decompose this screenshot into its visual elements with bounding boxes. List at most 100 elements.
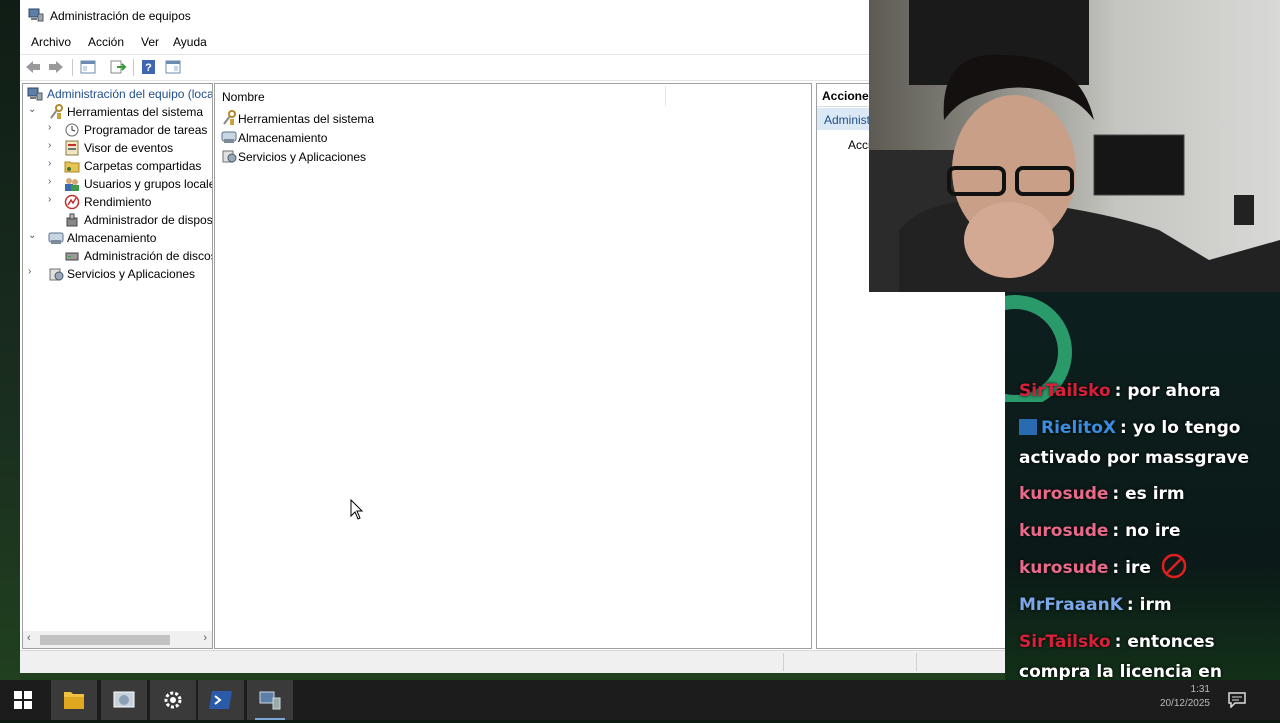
tools-icon — [223, 110, 236, 125]
menu-bar: Archivo Acción Ver Ayuda — [20, 31, 1005, 53]
chat-message: kurosude: no ire — [1019, 516, 1274, 546]
chat-message: kurosude: ire — [1019, 553, 1274, 583]
tree-item-label: Rendimiento — [84, 195, 152, 209]
window-title: Administración de equipos — [50, 9, 191, 23]
tree-item-visor-eventos[interactable]: › Visor de eventos — [48, 139, 212, 157]
tree-item-label: Visor de eventos — [84, 141, 174, 155]
menu-accion[interactable]: Acción — [88, 35, 124, 49]
list-item-label: Herramientas del sistema — [238, 112, 375, 126]
results-pane: Nombre Herramientas del sistema Almacena… — [214, 83, 812, 649]
gear-icon — [164, 691, 182, 709]
tree-item-label: Almacenamiento — [67, 231, 157, 245]
computer-management-icon — [27, 87, 43, 101]
clock-date: 20/12/2025 — [1159, 698, 1210, 709]
chevron-right-icon[interactable]: › — [48, 194, 60, 205]
forward-arrow-icon[interactable] — [47, 59, 65, 75]
taskbar-clock[interactable]: 1:31 20/12/2025 — [1150, 684, 1210, 709]
tree-item-label: Usuarios y grupos locales — [84, 177, 213, 191]
chat-message: SirTailsko: entonces compra la licencia … — [1019, 627, 1274, 680]
toolbar-separator — [72, 59, 73, 76]
powershell-icon — [209, 691, 232, 709]
start-button[interactable] — [0, 680, 46, 720]
storage-icon — [221, 131, 237, 143]
tree-horizontal-scrollbar[interactable]: ‹ › — [23, 631, 212, 648]
app-window-icon — [113, 691, 135, 708]
tree-item-carpetas[interactable]: › Carpetas compartidas — [48, 157, 212, 175]
clock-icon — [65, 123, 79, 137]
scrollbar-thumb[interactable] — [40, 635, 170, 645]
menu-archivo[interactable]: Archivo — [31, 35, 71, 49]
chat-username[interactable]: kurosude — [1019, 484, 1108, 504]
list-item-label: Servicios y Aplicaciones — [238, 150, 367, 164]
shared-folder-icon — [64, 161, 80, 173]
toolbar-separator — [133, 59, 134, 76]
tree-item-administracion-discos[interactable]: Administración de discos — [48, 247, 212, 265]
column-divider[interactable] — [665, 86, 666, 106]
show-action-pane-icon[interactable] — [164, 59, 182, 75]
tools-icon — [50, 104, 63, 119]
status-bar — [20, 650, 1005, 673]
chevron-down-icon[interactable]: ⌄ — [28, 104, 40, 115]
show-hide-tree-icon[interactable] — [79, 59, 97, 75]
stream-chat-overlay: SirTailsko: por ahora RielitoX: yo lo te… — [1005, 292, 1280, 680]
tree-item-herramientas[interactable]: ⌄ Herramientas del sistema — [28, 103, 212, 121]
chat-username[interactable]: MrFraaanK — [1019, 595, 1123, 615]
chevron-down-icon[interactable]: ⌄ — [28, 230, 40, 241]
services-icon — [222, 150, 237, 163]
taskbar — [0, 680, 1280, 720]
chevron-right-icon[interactable]: › — [48, 176, 60, 187]
tree-item-usuarios[interactable]: › Usuarios y grupos locales — [48, 175, 213, 193]
taskbar-settings[interactable] — [150, 680, 196, 720]
chat-username[interactable]: RielitoX — [1041, 418, 1116, 438]
disk-icon — [65, 252, 79, 261]
title-bar[interactable]: Administración de equipos — [20, 0, 1005, 31]
chevron-right-icon[interactable]: › — [48, 122, 60, 133]
chevron-right-icon[interactable]: › — [28, 266, 40, 277]
chat-text: : es irm — [1112, 484, 1185, 504]
list-item-label: Almacenamiento — [238, 131, 328, 145]
chat-username[interactable]: SirTailsko — [1019, 381, 1111, 401]
tree-item-servicios[interactable]: › Servicios y Aplicaciones — [28, 265, 212, 283]
back-arrow-icon[interactable] — [24, 59, 42, 75]
moderator-badge-icon — [1019, 419, 1037, 435]
mouse-cursor-icon — [350, 499, 364, 520]
chevron-right-icon[interactable]: › — [48, 140, 60, 151]
computer-management-icon — [259, 691, 281, 710]
scroll-left-icon[interactable]: ‹ — [27, 632, 31, 644]
taskbar-file-explorer[interactable] — [51, 680, 97, 720]
clock-time: 1:31 — [1190, 684, 1210, 695]
chat-username[interactable]: kurosude — [1019, 521, 1108, 541]
column-header-nombre[interactable]: Nombre — [222, 90, 265, 104]
prohibited-emote-icon — [1161, 553, 1187, 579]
chat-username[interactable]: kurosude — [1019, 558, 1108, 578]
computer-management-window: Administración de equipos Archivo Acción… — [20, 0, 1007, 673]
notifications-icon[interactable] — [1228, 692, 1246, 708]
taskbar-powershell[interactable] — [198, 680, 244, 720]
users-icon — [65, 178, 79, 191]
tree-item-programador[interactable]: › Programador de tareas — [48, 121, 212, 139]
tree-item-label: Programador de tareas — [84, 123, 208, 137]
scroll-right-icon[interactable]: › — [203, 632, 207, 644]
folder-icon — [64, 692, 84, 709]
chat-message: MrFraaanK: irm — [1019, 590, 1274, 620]
status-divider — [783, 653, 784, 671]
help-icon[interactable]: ? — [140, 59, 158, 75]
svg-text:?: ? — [145, 62, 152, 74]
chat-username[interactable]: SirTailsko — [1019, 632, 1111, 652]
taskbar-computer-management[interactable] — [247, 680, 293, 720]
menu-ver[interactable]: Ver — [141, 35, 159, 49]
tree-item-label: Servicios y Aplicaciones — [67, 267, 196, 281]
tree-root-label: Administración del equipo (local) — [47, 87, 213, 101]
webcam-overlay — [869, 0, 1280, 292]
tree-item-almacenamiento[interactable]: ⌄ Almacenamiento — [28, 229, 212, 247]
chat-text: : irm — [1126, 595, 1172, 615]
tree-item-administrador-dispositivos[interactable]: Administrador de dispositivos — [48, 211, 212, 229]
tree-root[interactable]: Administración del equipo (local) — [25, 85, 213, 103]
taskbar-app[interactable] — [101, 680, 147, 720]
chevron-right-icon[interactable]: › — [48, 158, 60, 169]
toolbar: ? — [20, 54, 1005, 81]
export-list-icon[interactable] — [109, 59, 127, 75]
menu-ayuda[interactable]: Ayuda — [173, 35, 207, 49]
storage-icon — [48, 232, 64, 244]
tree-item-rendimiento[interactable]: › Rendimiento — [48, 193, 212, 211]
